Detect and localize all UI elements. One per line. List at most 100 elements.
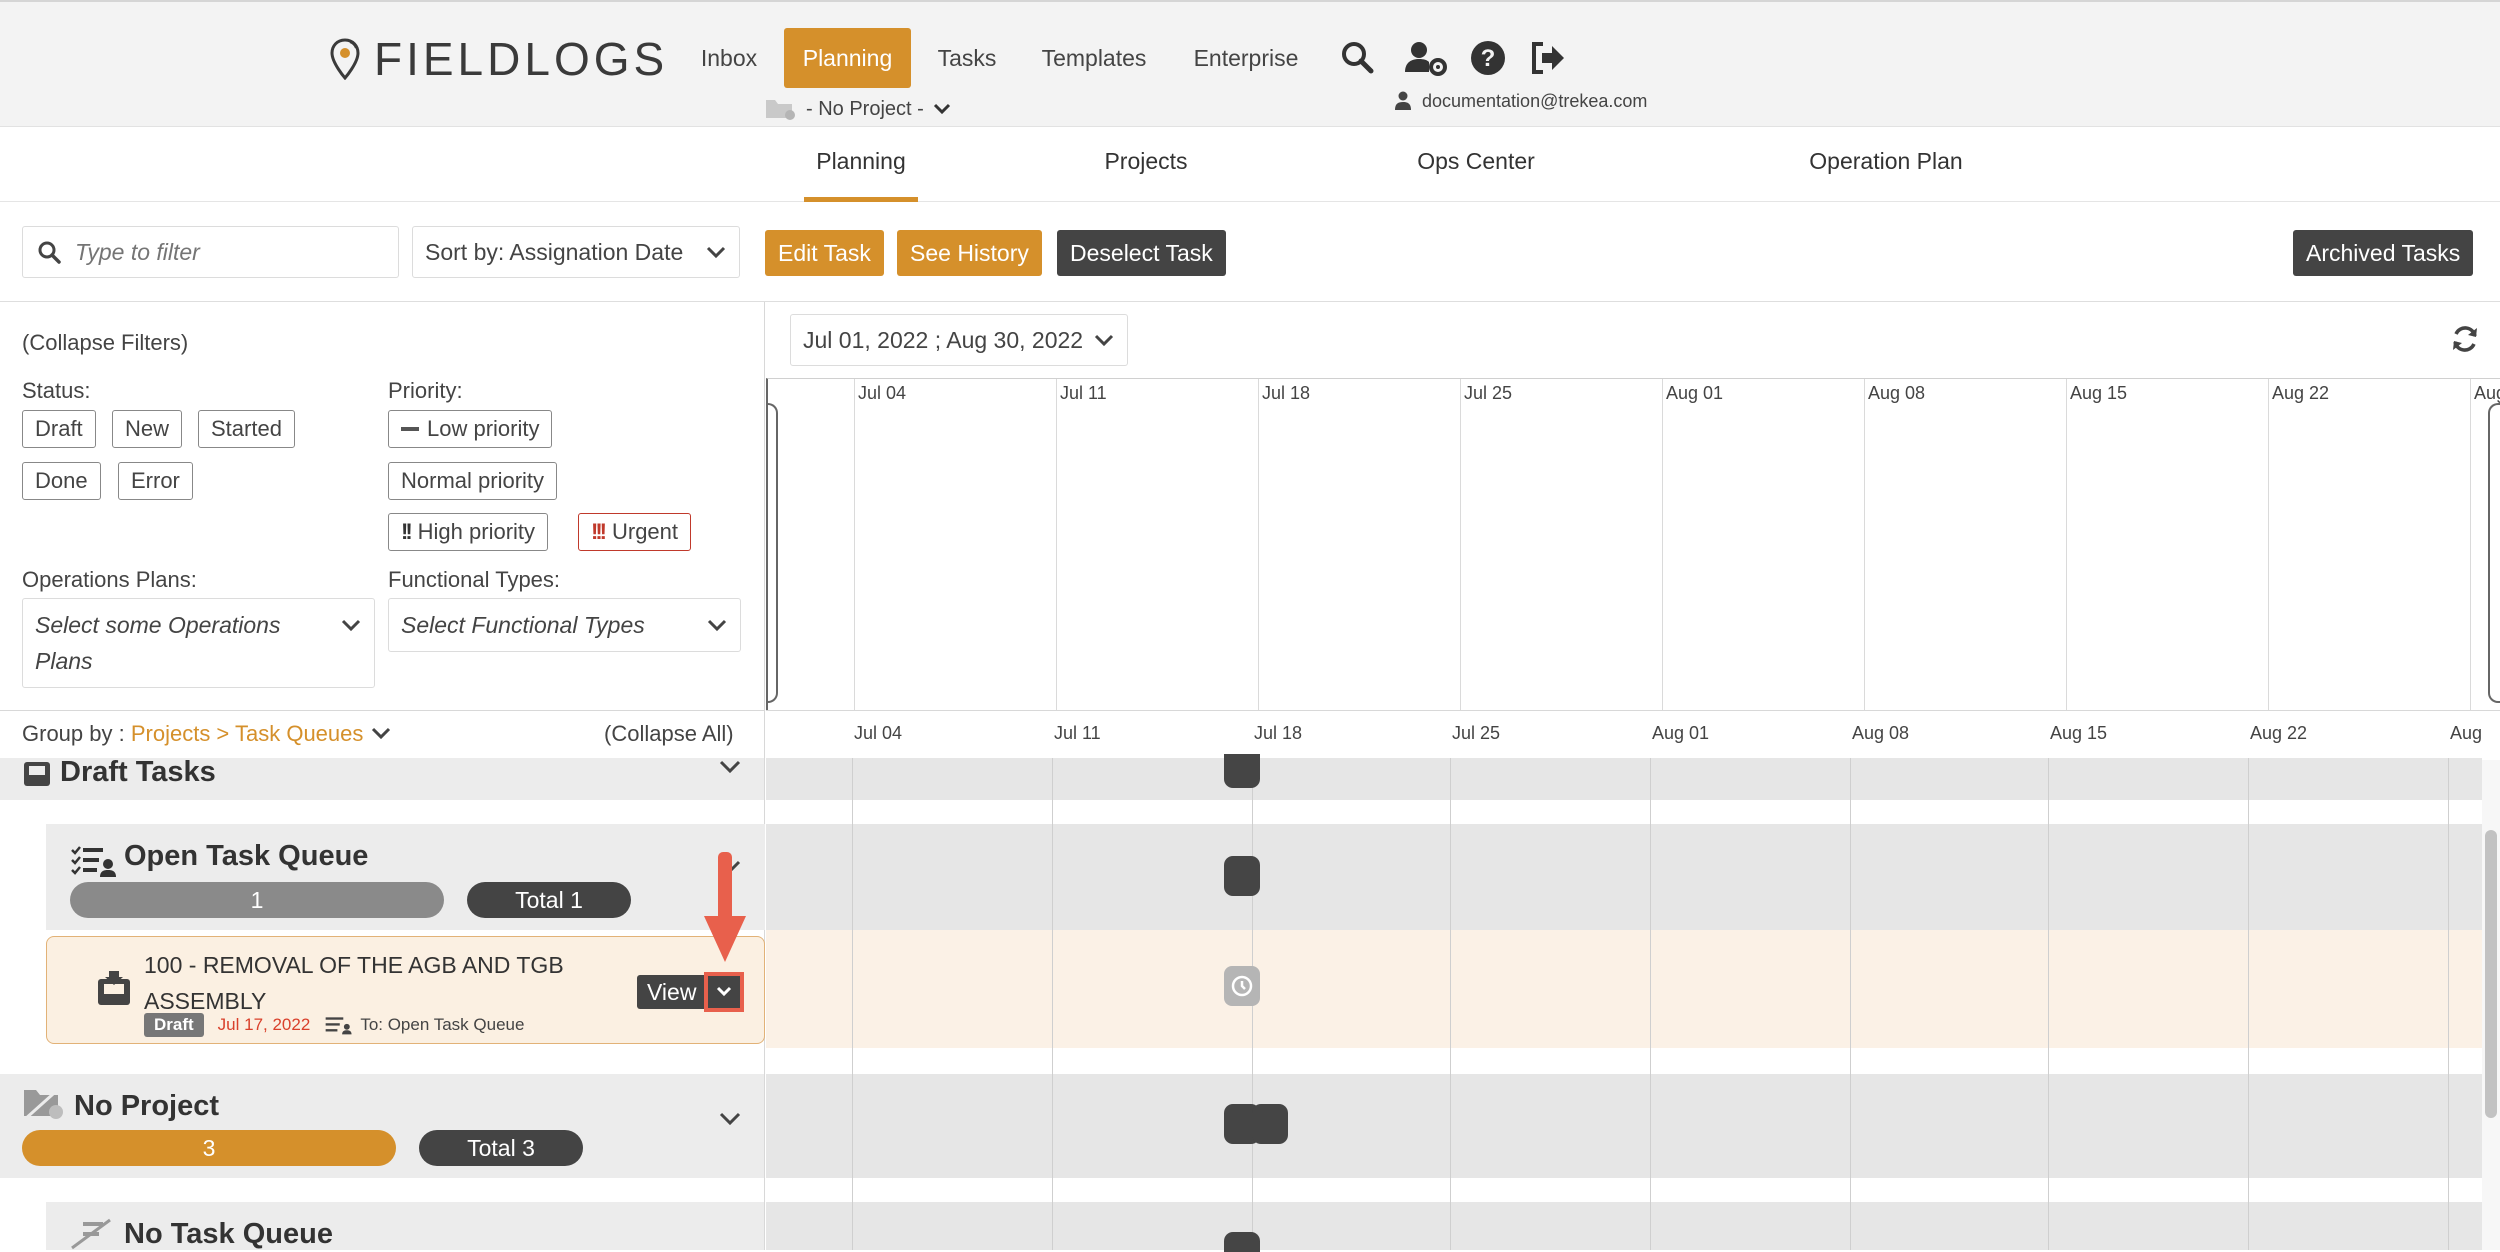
low-priority-icon	[401, 427, 419, 431]
tick-label: Jul 04	[854, 723, 903, 743]
functional-types-select[interactable]: Select Functional Types	[388, 598, 741, 652]
tab-projects[interactable]: Projects	[1100, 128, 1192, 202]
filter-input[interactable]	[75, 238, 375, 266]
tick-label: Jul 25	[1452, 723, 1501, 743]
group-by-control[interactable]: Group by : Projects > Task Queues	[22, 721, 392, 747]
tick-label: Jul 04	[858, 383, 907, 403]
task-queue-icon	[325, 1017, 352, 1035]
view-task-button[interactable]: View	[637, 972, 745, 1012]
chevron-down-icon[interactable]	[718, 758, 742, 776]
chevron-down-icon	[706, 246, 726, 259]
chevron-down-icon[interactable]	[718, 1110, 742, 1128]
status-draft-chip[interactable]: Draft	[22, 410, 96, 448]
view-dropdown-toggle[interactable]	[704, 972, 745, 1012]
status-done-chip[interactable]: Done	[22, 462, 101, 500]
no-task-queue-group[interactable]: No Task Queue	[0, 1202, 765, 1250]
logout-icon[interactable]	[1528, 38, 1568, 78]
fieldlogs-logo[interactable]: FIELDLOGS	[330, 33, 668, 85]
task-queue-label: To: Open Task Queue	[360, 1015, 525, 1034]
tick-line	[1258, 379, 1259, 711]
priority-low-label: Low priority	[427, 416, 540, 441]
gantt-row-task	[766, 930, 2482, 1048]
priority-normal-chip[interactable]: Normal priority	[388, 462, 558, 500]
edit-task-button[interactable]: Edit Task	[765, 230, 884, 276]
nav-inbox[interactable]: Inbox	[690, 28, 768, 88]
tick-label: Aug 22	[2250, 723, 2308, 743]
sort-select[interactable]: Sort by: Assignation Date	[412, 226, 740, 278]
priority-high-chip[interactable]: !! High priority	[388, 513, 549, 551]
draft-tasks-title: Draft Tasks	[60, 756, 216, 788]
user-settings-icon[interactable]	[1402, 38, 1448, 78]
collapse-all-link[interactable]: (Collapse All)	[604, 721, 734, 747]
no-project-title: No Project	[74, 1090, 220, 1122]
scrollbar-thumb[interactable]	[2485, 830, 2497, 1118]
tick-label: Jul 18	[1254, 723, 1303, 743]
tab-ops-center[interactable]: Ops Center	[1412, 128, 1540, 202]
refresh-icon[interactable]	[2450, 324, 2480, 354]
tick-line	[1460, 379, 1461, 711]
queue-total-pill: Total 1	[467, 882, 631, 918]
user-account: documentation@trekea.com	[1394, 88, 1647, 114]
functional-types-placeholder: Select Functional Types	[401, 612, 645, 638]
task-queue-icon	[71, 1218, 111, 1250]
task-card[interactable]: 100 - REMOVAL OF THE AGB AND TGB ASSEMBL…	[46, 936, 765, 1044]
gantt-row-spacer	[766, 800, 2482, 824]
task-queue-ref: To: Open Task Queue	[324, 1015, 524, 1035]
project-switcher[interactable]: - No Project -	[764, 94, 952, 124]
collapse-filters-link[interactable]: (Collapse Filters)	[22, 330, 188, 356]
nav-planning[interactable]: Planning	[784, 28, 911, 88]
deselect-task-button[interactable]: Deselect Task	[1057, 230, 1226, 276]
gantt-row-spacer	[766, 1178, 2482, 1202]
nav-tasks[interactable]: Tasks	[932, 28, 1002, 88]
status-started-chip[interactable]: Started	[198, 410, 295, 448]
chevron-down-icon	[341, 619, 361, 632]
nav-enterprise[interactable]: Enterprise	[1184, 28, 1308, 88]
status-error-chip[interactable]: Error	[118, 462, 193, 500]
queue-count-pill: 1	[70, 882, 444, 918]
priority-urgent-chip[interactable]: !!! Urgent	[578, 513, 692, 551]
tick-label: Aug 15	[2050, 723, 2108, 743]
priority-high-label: High priority	[417, 519, 536, 544]
task-status-badge: Draft	[144, 1013, 204, 1037]
see-history-button[interactable]: See History	[897, 230, 1042, 276]
tick-label: Jul 11	[1060, 383, 1107, 403]
inbox-draft-icon	[24, 762, 50, 786]
tick-label: Aug 01	[1666, 383, 1724, 403]
gantt-row-spacer	[766, 1048, 2482, 1074]
date-range-select[interactable]: Jul 01, 2022 ; Aug 30, 2022	[790, 314, 1128, 366]
task-title: 100 - REMOVAL OF THE AGB AND TGB ASSEMBL…	[144, 952, 564, 1014]
filter-field[interactable]	[22, 226, 399, 278]
sub-navigation: Planning Projects Ops Center Operation P…	[0, 128, 2500, 202]
tick-label: Jul 11	[1054, 723, 1101, 743]
no-project-group[interactable]: No Project 3 Total 3	[0, 1074, 765, 1178]
search-icon[interactable]	[1338, 38, 1378, 78]
folder-settings-icon	[766, 100, 795, 120]
priority-low-chip[interactable]: Low priority	[388, 410, 553, 448]
nav-templates[interactable]: Templates	[1034, 28, 1154, 88]
range-handle-left[interactable]	[766, 403, 778, 703]
task-date: Jul 17, 2022	[217, 1015, 311, 1034]
group-by-bar: Group by : Projects > Task Queues (Colla…	[0, 710, 765, 758]
timeline-scrollbar[interactable]	[2482, 760, 2500, 1250]
planning-toolbar: Sort by: Assignation Date Edit Task See …	[0, 202, 2500, 302]
chevron-down-icon	[1094, 334, 1114, 347]
tab-operation-plan[interactable]: Operation Plan	[1804, 128, 1968, 202]
chevron-down-icon	[717, 986, 732, 997]
ops-plans-select[interactable]: Select some Operations Plans	[22, 598, 375, 688]
tab-planning[interactable]: Planning	[804, 128, 918, 202]
open-task-queue-group[interactable]: Open Task Queue 1 Total 1	[0, 824, 765, 930]
svg-text:?: ?	[1481, 45, 1496, 72]
status-new-chip[interactable]: New	[112, 410, 183, 448]
draft-tasks-group[interactable]: Draft Tasks	[0, 756, 765, 800]
archived-tasks-button[interactable]: Archived Tasks	[2293, 230, 2474, 276]
gantt-row-no-project	[766, 1074, 2482, 1178]
range-handle-right[interactable]	[2488, 403, 2500, 703]
chevron-down-icon	[933, 103, 950, 115]
chevron-down-icon	[371, 727, 390, 740]
tick-label: Aug 01	[1652, 723, 1710, 743]
help-icon[interactable]: ?	[1468, 38, 1508, 78]
annotation-arrow-icon	[704, 852, 746, 962]
tick-label: Jul 18	[1262, 383, 1311, 403]
tick-label: Aug 15	[2070, 383, 2128, 403]
group-by-label: Group by :	[22, 721, 125, 746]
